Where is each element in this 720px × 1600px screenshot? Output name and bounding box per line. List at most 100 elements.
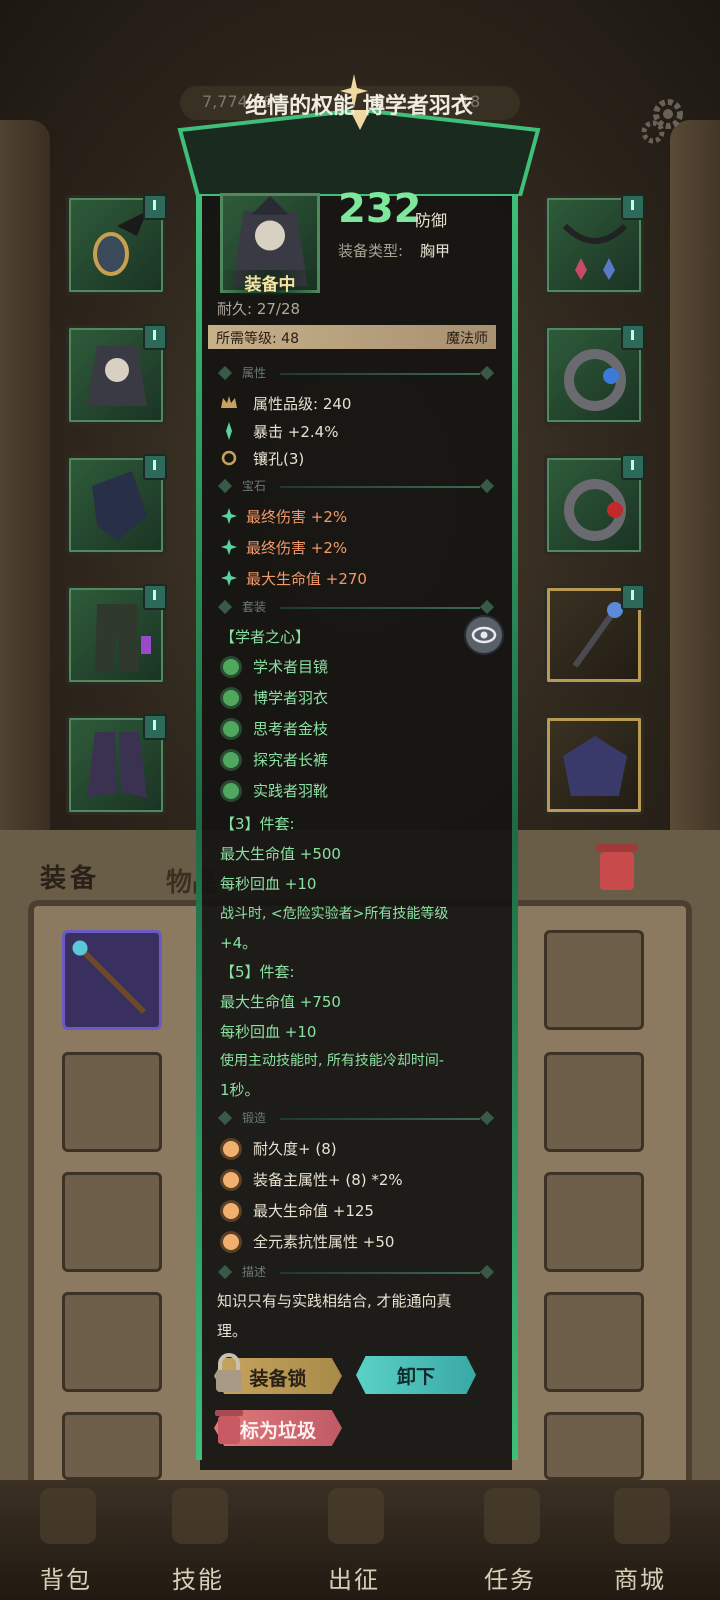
slot-pants[interactable] [66, 584, 167, 685]
nav-label: 任务 [484, 1566, 536, 1594]
section-gems: 宝石 [217, 478, 496, 495]
slot-tag [143, 324, 167, 350]
section-label: 套装 [242, 600, 267, 614]
settings-gear-icon[interactable] [640, 96, 690, 146]
inventory-slot[interactable] [62, 1292, 162, 1392]
forge-dot [223, 1234, 239, 1250]
slot-chest[interactable] [66, 324, 167, 425]
set-bonus-line: 使用主动技能时, 所有技能冷却时间- [220, 1053, 444, 1069]
forge-bonus: 耐久度+ (8) [253, 1140, 337, 1158]
set-bonus-3-title: 【3】件套: [220, 815, 295, 833]
star-ornament-icon [340, 74, 368, 108]
button-label: 标为垃圾 [239, 1420, 316, 1442]
slot-tag [621, 194, 645, 220]
button-label: 卸下 [396, 1366, 435, 1388]
inventory-slot[interactable] [62, 1412, 162, 1480]
set-piece: 实践者羽靴 [253, 782, 329, 800]
nav-expedition[interactable]: 出征 [294, 1480, 414, 1600]
section-label: 锻造 [242, 1111, 267, 1125]
slot-tag [621, 324, 645, 350]
slot-tag [143, 714, 167, 740]
modal-frame-left [196, 190, 202, 1460]
nav-label: 技能 [172, 1566, 224, 1594]
set-piece-active-dot [223, 659, 239, 675]
inventory-slot[interactable] [544, 1172, 644, 1272]
forge-bonus: 全元素抗性属性 +50 [253, 1233, 395, 1251]
inventory-slot[interactable] [62, 1052, 162, 1152]
nav-quests[interactable]: 任务 [450, 1480, 570, 1600]
backpack-icon [40, 1488, 96, 1544]
attr-sockets: 镶孔(3) [253, 450, 305, 468]
slot-offhand[interactable] [544, 715, 644, 815]
crit-icon [226, 422, 232, 440]
set-piece: 学术者目镜 [253, 658, 329, 676]
set-bonus-5-title: 【5】件套: [220, 963, 295, 981]
map-icon [328, 1488, 384, 1544]
inventory-slot[interactable] [62, 1172, 162, 1272]
description-line: 理。 [217, 1322, 248, 1340]
section-label: 宝石 [242, 479, 267, 493]
set-piece: 探究者长裤 [253, 751, 329, 769]
section-set: 套装 [217, 599, 496, 616]
forge-dot [223, 1141, 239, 1157]
inventory-slot[interactable] [544, 1412, 644, 1480]
gem-star-icon [221, 539, 237, 555]
set-bonus-line: 战斗时, <危险实验者>所有技能等级 [220, 906, 449, 922]
set-piece: 博学者羽衣 [253, 689, 329, 707]
eye-icon[interactable] [466, 617, 502, 653]
description-line: 知识只有与实践相结合, 才能通向真 [217, 1292, 452, 1310]
attr-crit: 暴击 +2.4% [253, 423, 339, 441]
unequip-button[interactable]: 卸下 [356, 1356, 476, 1394]
slot-tag [143, 454, 167, 480]
modal-frame-right [512, 190, 518, 1460]
forge-dot [223, 1203, 239, 1219]
forge-bonus: 装备主属性+ (8) *2% [253, 1171, 403, 1189]
equipment-type-label: 装备类型: [338, 242, 404, 260]
inventory-slot[interactable] [544, 930, 644, 1030]
section-attributes: 属性 [217, 365, 496, 382]
slot-goggles[interactable] [66, 194, 167, 295]
set-bonus-line: +4。 [220, 934, 258, 952]
requirement-bar: 所需等级: 48 魔法师 [208, 325, 496, 349]
set-piece-active-dot [223, 721, 239, 737]
slot-tag [143, 584, 167, 610]
set-bonus-line: 最大生命值 +500 [220, 845, 341, 863]
quest-icon [484, 1488, 540, 1544]
section-label: 属性 [242, 366, 267, 380]
staff-item-icon [72, 940, 146, 1014]
button-label: 装备锁 [249, 1368, 307, 1390]
shop-icon [614, 1488, 670, 1544]
defense-value: 232 [338, 186, 422, 232]
nav-skills[interactable]: 技能 [138, 1480, 258, 1600]
defense-unit: 防御 [415, 211, 448, 230]
nav-shop[interactable]: 商城 [580, 1480, 700, 1600]
tab-equipment[interactable]: 装备 [40, 858, 100, 895]
gem-star-icon [221, 508, 237, 524]
slot-necklace[interactable] [544, 194, 645, 295]
slot-tag [621, 584, 645, 610]
set-piece-active-dot [223, 690, 239, 706]
inventory-slot-staff[interactable] [62, 930, 162, 1030]
nav-label: 背包 [40, 1566, 92, 1594]
slot-ring-1[interactable] [544, 324, 645, 425]
forge-bonus: 最大生命值 +125 [253, 1202, 374, 1220]
bottom-nav: 背包 技能 出征 任务 商城 [0, 1480, 720, 1600]
equipped-label: 装备中 [220, 270, 320, 295]
gem-star-icon [221, 570, 237, 586]
trash-icon[interactable] [594, 838, 640, 894]
slot-gloves[interactable] [66, 454, 167, 555]
slot-weapon[interactable] [544, 584, 645, 685]
set-piece-active-dot [223, 752, 239, 768]
slot-boots[interactable] [66, 714, 167, 815]
quality-crown-icon [221, 396, 237, 408]
set-name: 【学者之心】 [220, 628, 311, 646]
inventory-slot[interactable] [544, 1052, 644, 1152]
required-level: 所需等级: 48 [216, 331, 299, 347]
junk-bin-icon [215, 1410, 243, 1444]
section-description: 描述 [217, 1264, 496, 1281]
slot-ring-2[interactable] [544, 454, 645, 555]
set-piece-active-dot [223, 783, 239, 799]
padlock-icon [216, 1353, 242, 1392]
inventory-slot[interactable] [544, 1292, 644, 1392]
nav-backpack[interactable]: 背包 [6, 1480, 126, 1600]
